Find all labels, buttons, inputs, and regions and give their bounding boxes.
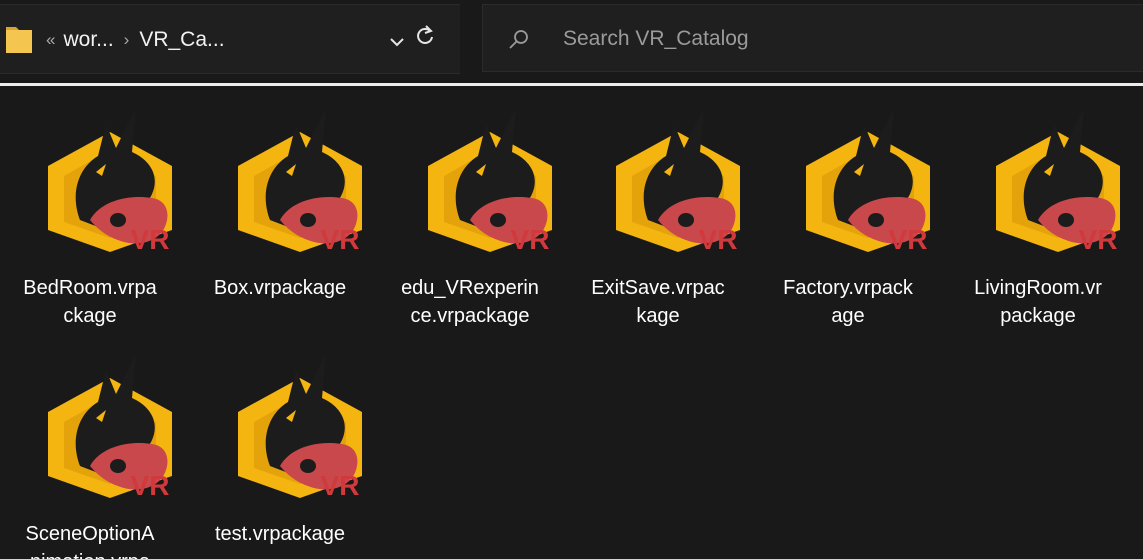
file-name: LivingRoom.vr package [948, 274, 1128, 330]
file-item[interactable]: VR ExitSave.vrpac kage [568, 86, 748, 336]
folder-icon [6, 27, 32, 53]
breadcrumb: « wor... › VR_Ca... [46, 25, 225, 55]
vr-package-icon: VR [616, 108, 740, 252]
vr-label: VR [321, 224, 360, 252]
file-name-line2: ckage [63, 305, 117, 327]
file-name-line1: edu_VRexperin [401, 277, 539, 299]
vr-label: VR [511, 224, 550, 252]
breadcrumb-item-workspace[interactable]: wor... [63, 28, 113, 52]
vr-label: VR [131, 224, 170, 252]
refresh-icon[interactable] [410, 22, 440, 50]
file-grid: VR BedRoom.vrpa ckage VR Box.vrpackage VR edu_… [0, 86, 1143, 559]
vr-label: VR [889, 224, 928, 252]
explorer-toolbar: « wor... › VR_Ca... [0, 0, 1143, 86]
breadcrumb-overflow[interactable]: « [46, 30, 55, 50]
search-input[interactable] [563, 21, 1123, 57]
vr-package-icon: VR [48, 354, 172, 498]
file-item[interactable]: VR test.vrpackage [190, 332, 370, 559]
vr-package-icon: VR [428, 108, 552, 252]
file-name: Factory.vrpack age [758, 274, 938, 330]
vr-package-icon: VR [806, 108, 930, 252]
file-name: BedRoom.vrpa ckage [0, 274, 180, 330]
file-item[interactable]: VR edu_VRexperin ce.vrpackage [380, 86, 560, 336]
file-name: Box.vrpackage [190, 274, 370, 302]
file-name-line1: Box.vrpackage [213, 277, 347, 299]
address-bar[interactable]: « wor... › VR_Ca... [0, 4, 460, 74]
vr-label: VR [131, 470, 170, 498]
file-name-line1: Factory.vrpack [783, 277, 913, 299]
file-name-line2: ce.vrpackage [410, 305, 530, 327]
vr-label: VR [1079, 224, 1118, 252]
file-name: test.vrpackage [190, 520, 370, 548]
breadcrumb-item-vr-catalog[interactable]: VR_Ca... [139, 28, 224, 52]
chevron-down-icon[interactable] [382, 29, 412, 55]
search-icon [509, 30, 528, 49]
search-box[interactable] [482, 4, 1143, 72]
vr-label: VR [699, 224, 738, 252]
vr-label: VR [321, 470, 360, 498]
file-item[interactable]: VR SceneOptionA nimation.vrpa [0, 332, 180, 559]
vr-package-icon: VR [996, 108, 1120, 252]
file-name-line1: test.vrpackage [214, 523, 346, 545]
file-item[interactable]: VR LivingRoom.vr package [948, 86, 1128, 336]
vr-package-icon: VR [238, 354, 362, 498]
vr-package-icon: VR [238, 108, 362, 252]
file-name: edu_VRexperin ce.vrpackage [380, 274, 560, 330]
vr-package-icon: VR [48, 108, 172, 252]
file-name-line2: kage [636, 305, 680, 327]
file-name-line1: ExitSave.vrpac [591, 277, 725, 299]
file-item[interactable]: VR Box.vrpackage [190, 86, 370, 336]
file-name-line1: LivingRoom.vr [974, 277, 1102, 299]
breadcrumb-separator[interactable]: › [124, 30, 130, 50]
file-name: SceneOptionA nimation.vrpa [0, 520, 180, 559]
file-item[interactable]: VR BedRoom.vrpa ckage [0, 86, 180, 336]
file-name-line1: SceneOptionA [25, 523, 155, 545]
file-name-line2: package [1000, 305, 1076, 327]
file-name-line2: age [831, 305, 865, 327]
file-name-line1: BedRoom.vrpa [23, 277, 157, 299]
file-item[interactable]: VR Factory.vrpack age [758, 86, 938, 336]
file-name: ExitSave.vrpac kage [568, 274, 748, 330]
file-name-line2: nimation.vrpa [4, 548, 176, 559]
